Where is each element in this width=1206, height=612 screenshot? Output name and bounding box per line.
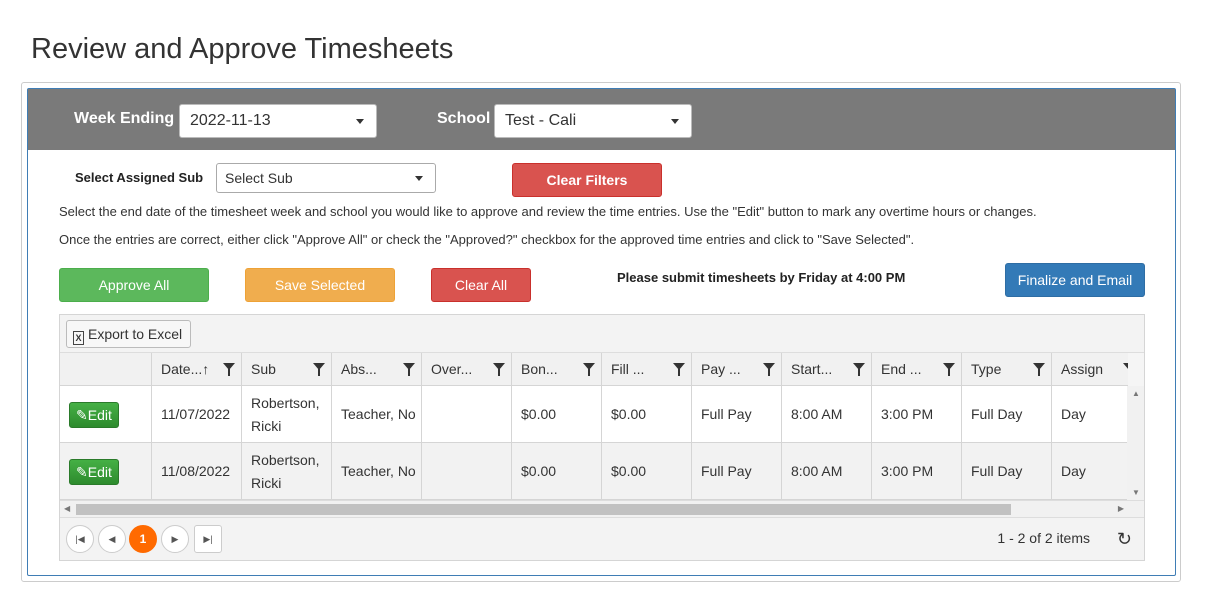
filter-icon[interactable] [583,363,595,376]
cell-absence: Teacher, No [331,443,421,500]
school-select[interactable]: Test - Cali [494,104,692,138]
cell-type: Full Day [961,443,1051,500]
cell-overtime [421,386,511,443]
week-ending-select[interactable]: 2022-11-13 [179,104,377,138]
edit-cell: ✎Edit [60,386,151,443]
assigned-sub-select[interactable]: Select Sub [216,163,436,193]
edit-cell: ✎Edit [60,443,151,500]
column-header-pay[interactable]: Pay ... [691,353,781,385]
filter-icon[interactable] [673,363,685,376]
cell-end: 3:00 PM [871,443,961,500]
refresh-icon[interactable]: ↻ [1117,529,1132,550]
column-header-absence[interactable]: Abs... [331,353,421,385]
pencil-icon: ✎ [76,463,88,480]
filter-icon[interactable] [1123,363,1128,370]
scroll-left-icon[interactable]: ◀ [64,504,70,513]
filter-icon[interactable] [313,363,325,376]
pager-item-count: 1 - 2 of 2 items [997,530,1090,546]
filter-icon[interactable] [853,363,865,376]
cell-absence: Teacher, No [331,386,421,443]
cell-assign: Day [1051,386,1128,443]
cell-date: 11/07/2022 [151,386,241,443]
cell-pay: Full Pay [691,443,781,500]
cell-sub: Robertson, Ricki [241,386,331,443]
chevron-down-icon [356,119,364,124]
page-number-button[interactable]: 1 [129,525,157,553]
cell-bonus: $0.00 [511,443,601,500]
outer-panel: Week Ending 2022-11-13 School Test - Cal… [21,82,1181,582]
first-page-icon[interactable]: |◀ [66,525,94,553]
assigned-sub-label: Select Assigned Sub [75,170,204,185]
finalize-email-button[interactable]: Finalize and Email [1005,263,1145,297]
chevron-down-icon [415,176,423,181]
scroll-right-icon[interactable]: ▶ [1118,504,1124,513]
cell-start: 8:00 AM [781,386,871,443]
filter-icon[interactable] [493,363,505,376]
cell-type: Full Day [961,386,1051,443]
timesheet-panel: Week Ending 2022-11-13 School Test - Cal… [27,88,1176,576]
scroll-down-icon[interactable]: ▼ [1132,488,1140,497]
column-header-fill[interactable]: Fill ... [601,353,691,385]
column-header-bonus[interactable]: Bon... [511,353,601,385]
cell-start: 8:00 AM [781,443,871,500]
column-header-start[interactable]: Start... [781,353,871,385]
timesheet-grid: X Export to Excel Date...↑ Sub Abs... Ove… [59,314,1145,561]
column-header-sub[interactable]: Sub [241,353,331,385]
next-page-icon[interactable]: ▶ [161,525,189,553]
grid-pager: |◀ ◀ 1 ▶ ▶| 1 - 2 of 2 items ↻ [60,517,1144,560]
assigned-sub-value: Select Sub [225,170,293,186]
cell-pay: Full Pay [691,386,781,443]
horizontal-scroll-thumb[interactable] [76,504,1011,515]
clear-filters-button[interactable]: Clear Filters [512,163,662,197]
horizontal-scrollbar[interactable]: ◀ ▶ [60,500,1144,517]
column-header-date[interactable]: Date...↑ [151,353,241,385]
edit-button[interactable]: ✎Edit [69,401,119,428]
column-header-overtime[interactable]: Over... [421,353,511,385]
school-value: Test - Cali [505,112,577,129]
filter-icon[interactable] [403,363,415,376]
clear-all-button[interactable]: Clear All [431,268,531,302]
column-header-type[interactable]: Type [961,353,1051,385]
pencil-icon: ✎ [76,406,88,423]
cell-fill: $0.00 [601,386,691,443]
filter-icon[interactable] [943,363,955,376]
column-header-actions [60,353,151,385]
filter-icon[interactable] [763,363,775,376]
grid-toolbar: X Export to Excel [60,315,1144,353]
cell-sub: Robertson, Ricki [241,443,331,500]
vertical-scrollbar[interactable]: ▲ ▼ [1127,386,1144,500]
export-excel-label: Export to Excel [88,326,183,342]
table-row: ✎Edit 11/08/2022 Robertson, Ricki Teache… [60,443,1128,500]
page-title: Review and Approve Timesheets [31,33,454,65]
export-excel-button[interactable]: X Export to Excel [66,320,192,348]
column-header-end[interactable]: End ... [871,353,961,385]
edit-button[interactable]: ✎Edit [69,458,119,485]
column-header-assign[interactable]: Assign [1051,353,1128,385]
week-ending-label: Week Ending [74,110,175,127]
cell-end: 3:00 PM [871,386,961,443]
chevron-down-icon [671,119,679,124]
grid-body: ✎Edit 11/07/2022 Robertson, Ricki Teache… [60,386,1128,500]
cell-fill: $0.00 [601,443,691,500]
last-page-icon[interactable]: ▶| [194,525,222,553]
approve-all-button[interactable]: Approve All [59,268,209,302]
cell-bonus: $0.00 [511,386,601,443]
filter-icon[interactable] [1033,363,1045,376]
week-ending-value: 2022-11-13 [190,112,271,129]
save-selected-button[interactable]: Save Selected [245,268,395,302]
cell-overtime [421,443,511,500]
prev-page-icon[interactable]: ◀ [98,525,126,553]
filter-header-bar: Week Ending 2022-11-13 School Test - Cal… [28,89,1175,150]
scroll-up-icon[interactable]: ▲ [1132,389,1140,398]
school-label: School [437,110,491,127]
table-row: ✎Edit 11/07/2022 Robertson, Ricki Teache… [60,386,1128,443]
cell-date: 11/08/2022 [151,443,241,500]
instructions-line-2: Once the entries are correct, either cli… [59,232,915,247]
grid-header: Date...↑ Sub Abs... Over... Bon... Fill … [60,353,1128,386]
excel-icon: X [73,331,84,345]
filter-icon[interactable] [223,363,235,376]
instructions-line-1: Select the end date of the timesheet wee… [59,204,1037,219]
submission-notice: Please submit timesheets by Friday at 4:… [617,270,906,285]
cell-assign: Day [1051,443,1128,500]
